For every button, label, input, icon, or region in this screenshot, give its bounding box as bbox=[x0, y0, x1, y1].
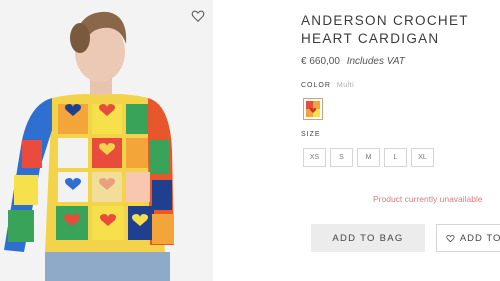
color-swatch-multi[interactable] bbox=[303, 98, 323, 120]
price-row: € 660,00 Includes VAT bbox=[301, 56, 405, 67]
size-option-m[interactable]: M bbox=[357, 148, 380, 167]
availability-status: Product currently unavailable bbox=[373, 194, 483, 204]
size-heading: SIZE bbox=[301, 131, 321, 138]
size-option-xs[interactable]: XS bbox=[303, 148, 326, 167]
favorite-icon[interactable] bbox=[191, 9, 205, 23]
add-to-wishlist-label: ADD TO W bbox=[459, 232, 500, 244]
add-to-bag-button[interactable]: ADD TO BAG bbox=[311, 224, 425, 252]
color-heading: COLOR bbox=[301, 82, 331, 89]
product-title: ANDERSON CROCHET HEART CARDIGAN bbox=[301, 13, 469, 46]
swatch-thumbnail bbox=[306, 101, 320, 117]
size-option-l[interactable]: L bbox=[384, 148, 407, 167]
model-photo bbox=[0, 0, 213, 281]
price: € 660,00 bbox=[301, 56, 340, 67]
size-selector: XS S M L XL bbox=[303, 148, 434, 167]
size-option-s[interactable]: S bbox=[330, 148, 353, 167]
product-image bbox=[0, 0, 213, 281]
add-to-wishlist-button[interactable]: ADD TO W bbox=[436, 224, 500, 252]
heart-icon bbox=[446, 234, 455, 242]
color-selected-value: Multi bbox=[336, 82, 355, 89]
color-label: COLOR Multi bbox=[301, 82, 354, 89]
vat-note: Includes VAT bbox=[346, 56, 405, 67]
size-option-xl[interactable]: XL bbox=[411, 148, 434, 167]
